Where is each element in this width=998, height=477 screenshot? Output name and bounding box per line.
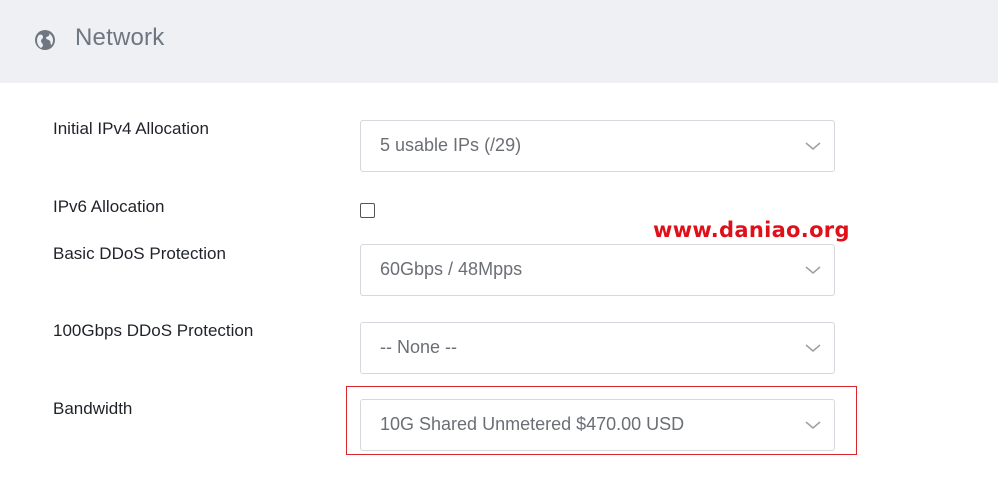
ipv6-allocation-label: IPv6 Allocation	[53, 197, 165, 216]
ipv4-allocation-select[interactable]: 5 usable IPs (/29)	[360, 120, 835, 172]
ddos-100g-label: 100Gbps DDoS Protection	[53, 321, 254, 340]
ipv4-allocation-value: 5 usable IPs (/29)	[380, 135, 522, 155]
bandwidth-label: Bandwidth	[53, 399, 133, 418]
ddos-100g-value: -- None --	[380, 337, 458, 357]
chevron-down-icon	[805, 421, 821, 429]
section-header: Network	[0, 0, 998, 83]
chevron-down-icon	[805, 344, 821, 352]
basic-ddos-value: 60Gbps / 48Mpps	[380, 259, 523, 279]
watermark-text: www.daniao.org	[653, 218, 850, 242]
ipv6-allocation-checkbox[interactable]	[360, 203, 375, 218]
section-title: Network	[75, 24, 165, 51]
globe-icon	[35, 30, 55, 50]
basic-ddos-label: Basic DDoS Protection	[53, 244, 226, 263]
ipv4-allocation-label: Initial IPv4 Allocation	[53, 119, 209, 138]
basic-ddos-select[interactable]: 60Gbps / 48Mpps	[360, 244, 835, 296]
bandwidth-value: 10G Shared Unmetered $470.00 USD	[380, 414, 685, 434]
ddos-100g-select[interactable]: -- None --	[360, 322, 835, 374]
chevron-down-icon	[805, 142, 821, 150]
chevron-down-icon	[805, 266, 821, 274]
bandwidth-select[interactable]: 10G Shared Unmetered $470.00 USD	[360, 399, 835, 451]
